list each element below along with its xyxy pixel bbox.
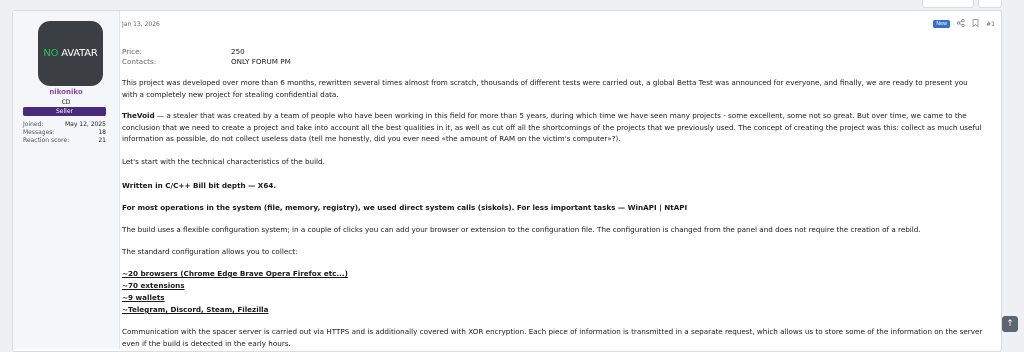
share-icon[interactable]	[957, 18, 965, 29]
arrow-up-icon: ↑	[1006, 319, 1014, 329]
tech-intro: Let's start with the technical character…	[122, 157, 325, 166]
collect-intro: The standard configuration allows you to…	[122, 247, 298, 256]
top-menu-button[interactable]	[978, 0, 1002, 8]
stat-label: Joined:	[23, 121, 44, 128]
list-item[interactable]: ~9 wallets	[122, 292, 984, 304]
language-line: Written in C/C++ Bill bit depth — X64.	[122, 181, 277, 190]
username-link[interactable]: nikoniko	[13, 88, 119, 96]
new-badge: New	[933, 20, 951, 28]
stat-reactions: Reaction score: 21	[23, 137, 106, 144]
stat-value: May 12, 2025	[64, 121, 106, 128]
avatar[interactable]: NO AVATAR	[38, 21, 103, 86]
user-banner: Seller	[23, 107, 106, 116]
forum-post: NO AVATAR nikoniko CD Seller Joined: May …	[12, 10, 1002, 352]
avatar-text-no: NO	[43, 48, 59, 59]
top-action-button[interactable]	[922, 0, 974, 8]
bookmark-icon[interactable]	[972, 19, 979, 29]
author-sidebar: NO AVATAR nikoniko CD Seller Joined: May …	[13, 11, 120, 349]
stat-joined: Joined: May 12, 2025	[23, 121, 106, 128]
list-item[interactable]: ~20 browsers (Chrome Edge Brave Opera Fi…	[122, 268, 984, 280]
contacts-label: Contacts:	[122, 57, 157, 66]
post-main: Jan 13, 2026 New #1 Price: 250 Contacts:…	[121, 11, 1001, 351]
avatar-text-avatar: AVATAR	[61, 48, 98, 59]
description-paragraph: TheVoid — a stealer that was created by …	[122, 110, 984, 145]
post-number[interactable]: #1	[986, 21, 995, 28]
stat-label: Reaction score:	[23, 137, 70, 144]
price-value: 250	[231, 47, 245, 56]
description-text: — a stealer that was created by a team o…	[122, 111, 982, 144]
list-item[interactable]: ~Telegram, Discord, Steam, Filezilla	[122, 304, 984, 316]
syscalls-line: For most operations in the system (file,…	[122, 203, 688, 212]
intro-paragraph: This project was developed over more tha…	[122, 78, 968, 99]
post-date[interactable]: Jan 13, 2026	[122, 21, 160, 28]
contacts-value: ONLY FORUM PM	[231, 57, 291, 66]
stat-messages: Messages: 18	[23, 129, 106, 136]
post-tools: New #1	[933, 18, 995, 29]
stat-label: Messages:	[23, 129, 55, 136]
product-name: TheVoid	[122, 111, 155, 120]
price-label: Price:	[122, 47, 142, 56]
scroll-to-top-button[interactable]: ↑	[1002, 316, 1018, 332]
stat-value: 21	[98, 137, 106, 144]
stat-value: 18	[98, 129, 106, 136]
communication-paragraph: Communication with the spacer server is …	[122, 327, 983, 348]
list-item[interactable]: ~70 extensions	[122, 280, 984, 292]
config-paragraph: The build uses a flexible configuration …	[122, 225, 921, 234]
user-title: CD	[61, 99, 71, 106]
